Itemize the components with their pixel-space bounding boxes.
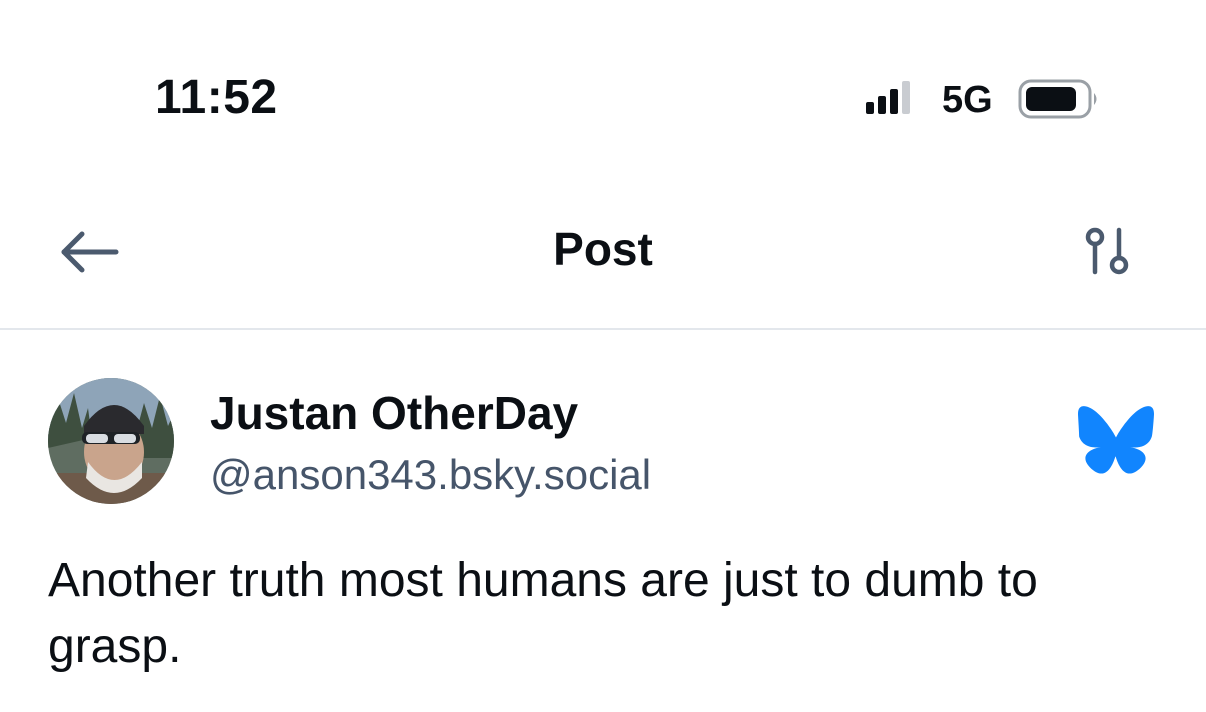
network-type: 5G [942, 79, 993, 121]
author-display-name[interactable]: Justan OtherDay [210, 384, 578, 442]
filter-sliders-icon [1085, 227, 1129, 275]
nav-header: Post [0, 200, 1206, 328]
bluesky-butterfly-icon [1078, 406, 1154, 474]
status-time: 11:52 [155, 71, 278, 124]
author-handle[interactable]: @anson343.bsky.social [210, 448, 651, 502]
header-divider [0, 328, 1206, 330]
thread-settings-button[interactable] [1082, 224, 1136, 280]
post-text: Another truth most humans are just to du… [48, 554, 1038, 673]
avatar[interactable] [48, 378, 174, 504]
battery-icon [1018, 79, 1097, 119]
post-screen: 11:52 5G Post Justan OtherDay @anson343.… [0, 0, 1206, 712]
cellular-signal-icon [866, 81, 910, 114]
page-title: Post [553, 223, 653, 275]
